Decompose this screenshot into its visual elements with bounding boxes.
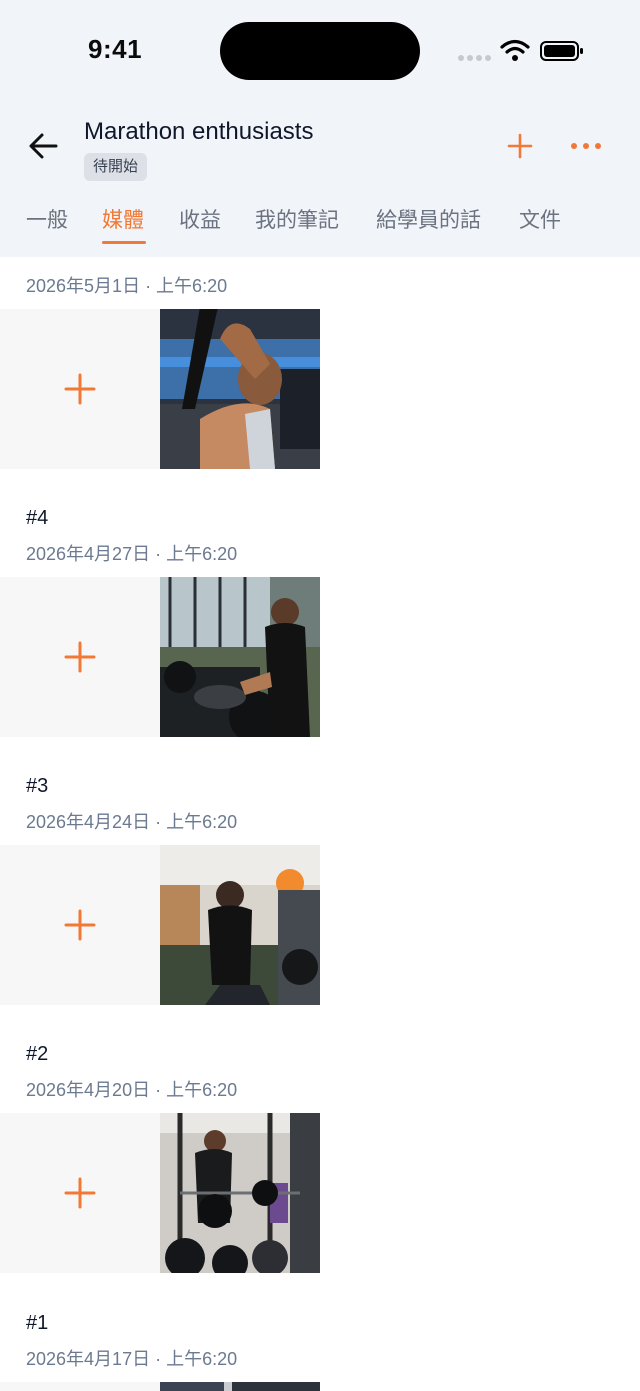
wifi-icon — [500, 39, 530, 61]
tab-my-notes[interactable]: 我的筆記 — [255, 204, 339, 234]
status-time: 9:41 — [88, 34, 143, 64]
plus-icon — [64, 909, 96, 941]
status-badge: 待開始 — [84, 153, 148, 181]
active-tab-indicator — [102, 241, 146, 244]
plus-icon — [64, 1177, 96, 1209]
session-number: #1 — [26, 1312, 49, 1334]
more-options-icon[interactable] — [569, 137, 603, 155]
tab-bar: 一般 媒體 收益 我的筆記 給學員的話 文件 — [0, 200, 640, 250]
add-media-button[interactable] — [0, 845, 160, 1005]
cellular-signal-icon — [458, 55, 491, 61]
session-date: 2026年4月20日 · 上午6:20 — [26, 1080, 238, 1100]
session-number: #2 — [26, 1043, 49, 1065]
session-number: #3 — [26, 775, 49, 797]
session-photo[interactable] — [160, 577, 320, 737]
add-icon[interactable] — [504, 130, 536, 162]
page-title: Marathon enthusiasts — [84, 118, 314, 145]
tab-documents[interactable]: 文件 — [519, 204, 561, 234]
session-date: 2026年5月1日 · 上午6:20 — [26, 276, 228, 296]
plus-icon — [64, 641, 96, 673]
session-date: 2026年4月27日 · 上午6:20 — [26, 544, 238, 564]
session-photo[interactable] — [160, 1382, 320, 1391]
back-arrow-icon[interactable] — [26, 130, 62, 162]
session-date: 2026年4月24日 · 上午6:20 — [26, 812, 238, 832]
session-photo[interactable] — [160, 1113, 320, 1273]
add-media-button[interactable] — [0, 1113, 160, 1273]
session-photo[interactable] — [160, 309, 320, 469]
plus-icon — [64, 373, 96, 405]
battery-icon — [540, 41, 583, 61]
dynamic-island — [220, 22, 420, 80]
session-number: #4 — [26, 507, 49, 529]
tab-general[interactable]: 一般 — [26, 204, 68, 234]
add-media-button[interactable] — [0, 1382, 160, 1391]
session-date: 2026年4月17日 · 上午6:20 — [26, 1349, 238, 1369]
add-media-button[interactable] — [0, 577, 160, 737]
tab-earnings[interactable]: 收益 — [179, 204, 221, 234]
session-photo[interactable] — [160, 845, 320, 1005]
tab-message-to-students[interactable]: 給學員的話 — [376, 204, 481, 234]
add-media-button[interactable] — [0, 309, 160, 469]
tab-media[interactable]: 媒體 — [102, 204, 144, 234]
